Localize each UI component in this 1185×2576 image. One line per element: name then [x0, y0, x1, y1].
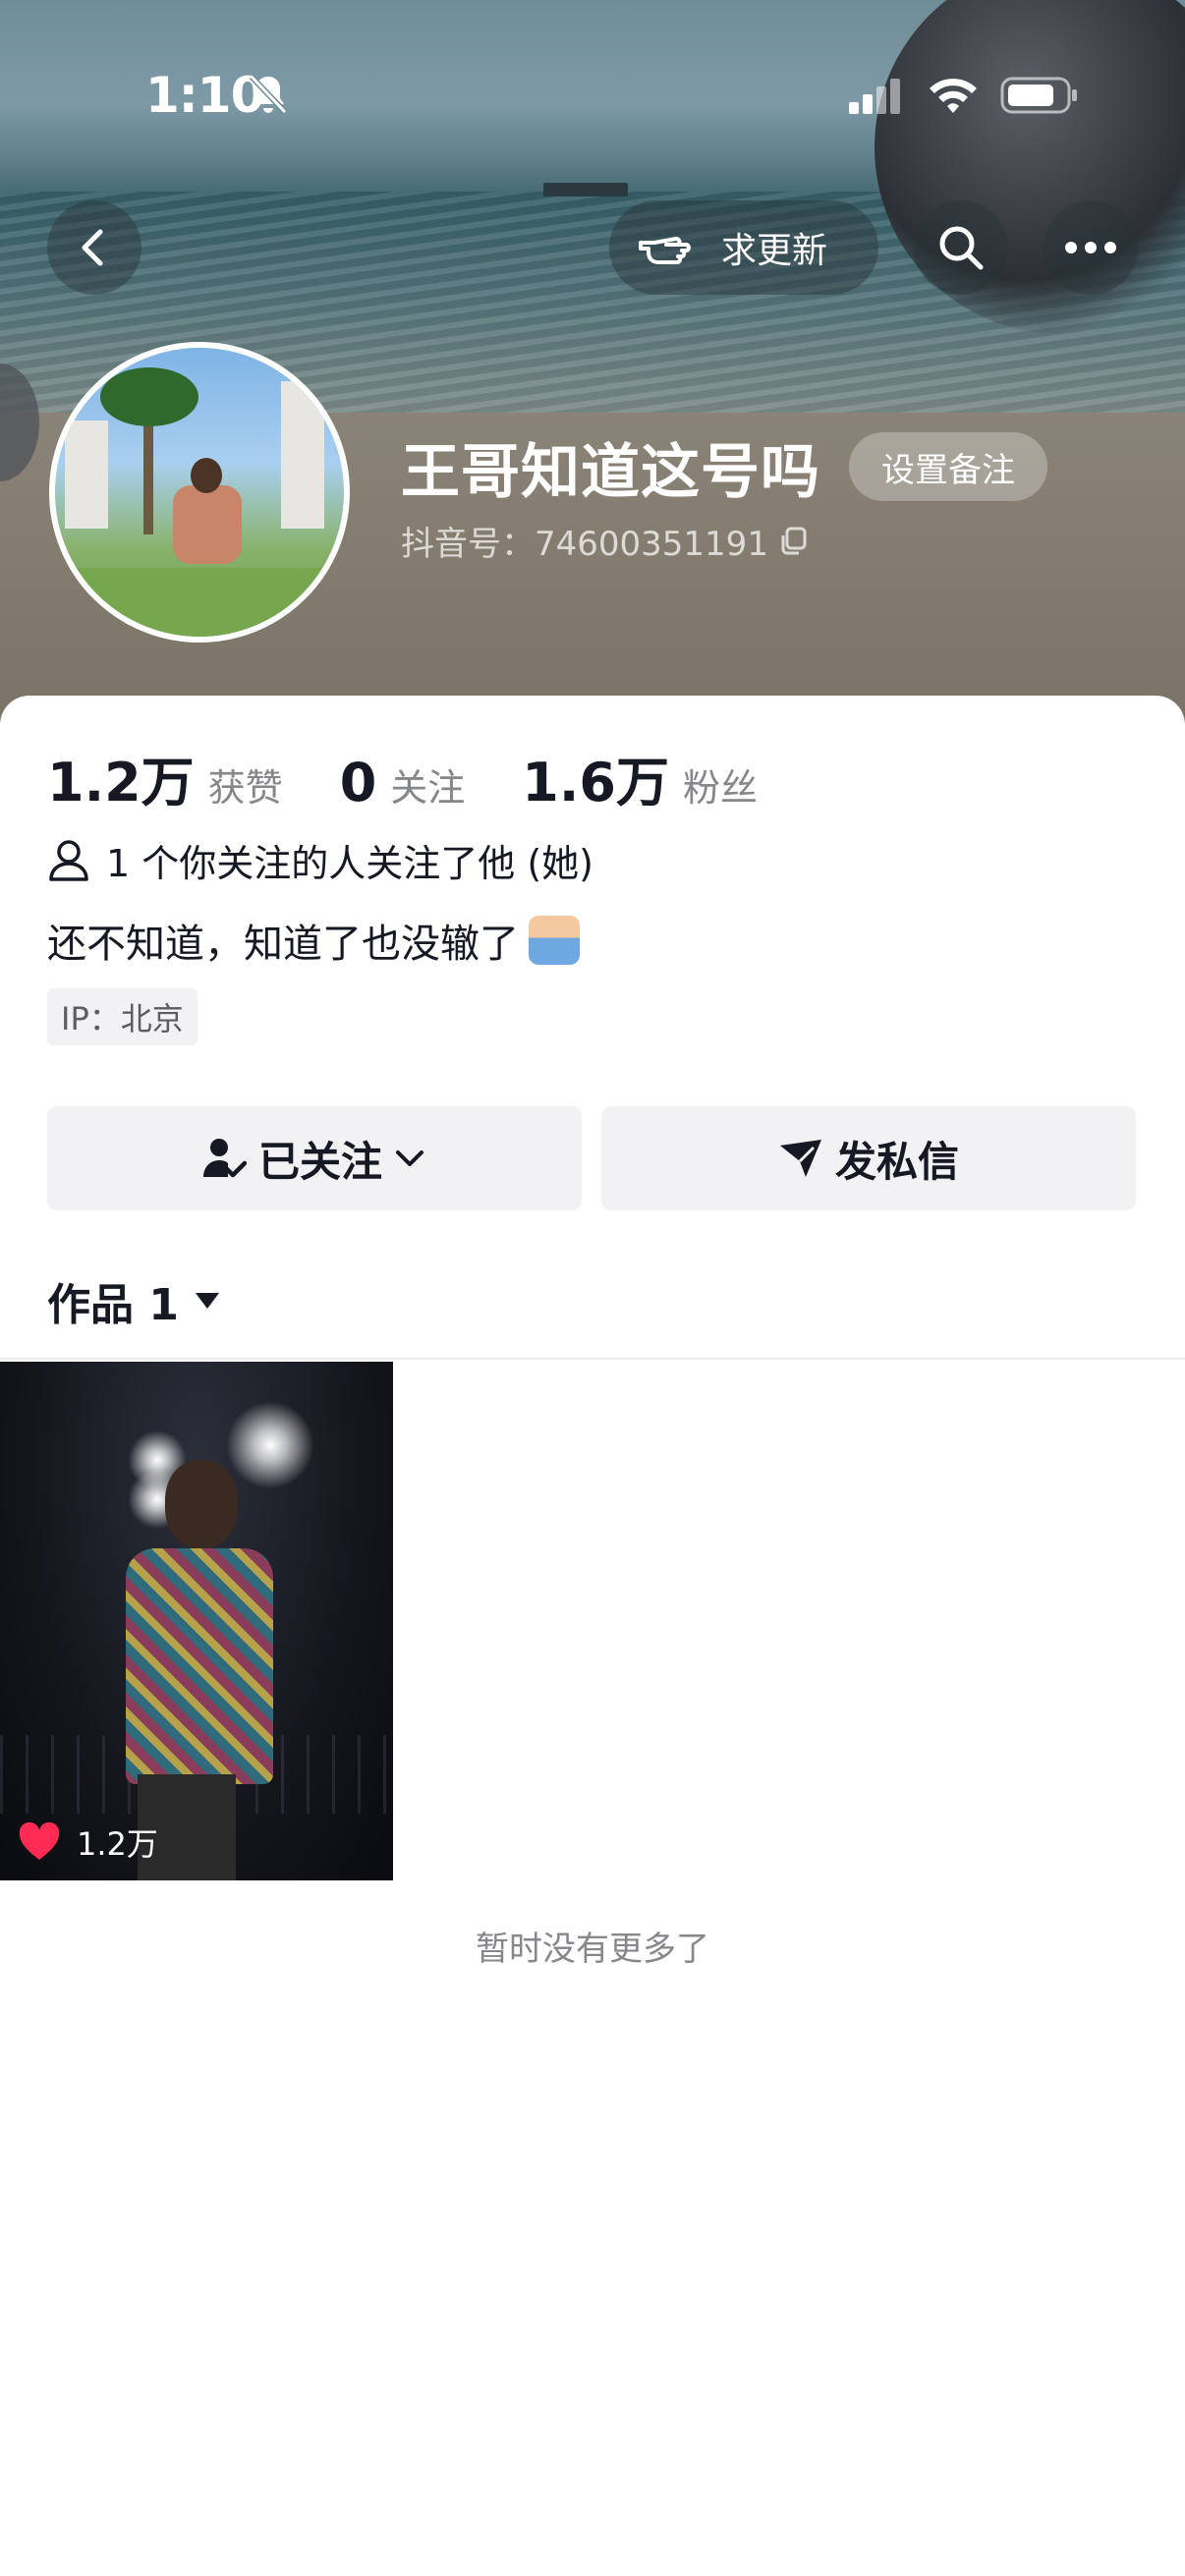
- avatar-palm-leaves: [100, 367, 198, 426]
- avatar[interactable]: [49, 342, 350, 643]
- mutual-follow-info[interactable]: 1 个你关注的人关注了他 (她): [47, 833, 593, 887]
- avatar-person-head: [191, 458, 222, 493]
- video-likes-count: 1.2万: [77, 1825, 158, 1863]
- avatar-building: [281, 381, 324, 529]
- singer-head: [165, 1460, 238, 1548]
- ip-location-tag: IP：北京: [47, 988, 198, 1045]
- following-count[interactable]: 0: [340, 752, 377, 813]
- singer-jacket: [126, 1548, 273, 1784]
- back-button[interactable]: [47, 200, 141, 295]
- followed-button[interactable]: 已关注: [47, 1106, 582, 1210]
- avatar-building: [65, 420, 108, 529]
- back-icon: [82, 229, 103, 266]
- avatar-person: [173, 485, 242, 564]
- bio: 还不知道，知道了也没辙了: [47, 912, 580, 969]
- battery-icon: [1000, 77, 1077, 114]
- stats-row: 1.2万 获赞 0 关注 1.6万 粉丝: [47, 739, 758, 816]
- tab-divider: [0, 1358, 1185, 1360]
- mutual-follow-text: 1 个你关注的人关注了他 (她): [106, 842, 593, 885]
- stage-light: [226, 1401, 314, 1489]
- more-button[interactable]: [1044, 200, 1138, 295]
- followed-label: 已关注: [257, 1137, 382, 1186]
- send-message-label: 发私信: [834, 1137, 959, 1186]
- bio-text: 还不知道，知道了也没辙了: [47, 922, 519, 967]
- chevron-down-icon: [396, 1150, 423, 1166]
- follow-check-icon: [202, 1139, 247, 1178]
- nickname: 王哥知道这号吗: [401, 438, 820, 507]
- followers-label[interactable]: 粉丝: [683, 757, 758, 812]
- signal-icon: [849, 79, 900, 114]
- works-tab-label: 作品 1: [47, 1280, 179, 1330]
- request-update-label: 求更新: [721, 231, 828, 271]
- request-update-button[interactable]: 求更新: [609, 200, 878, 295]
- works-tab[interactable]: 作品 1: [47, 1269, 220, 1332]
- avatar-grass: [55, 568, 344, 637]
- following-label[interactable]: 关注: [390, 757, 465, 812]
- no-more-text: 暂时没有更多了: [476, 1930, 709, 1969]
- heart-icon: [19, 1822, 60, 1860]
- person-icon: [49, 839, 88, 881]
- cover-ship: [543, 183, 628, 196]
- shrug-emoji-icon: [529, 916, 580, 965]
- douyin-id[interactable]: 抖音号：74600351191: [401, 517, 808, 565]
- copy-icon: [781, 527, 807, 554]
- pointing-hand-icon: [639, 237, 691, 264]
- send-message-button[interactable]: 发私信: [601, 1106, 1136, 1210]
- more-icon: [1065, 242, 1116, 253]
- caret-down-icon: [195, 1293, 219, 1309]
- search-button[interactable]: [914, 200, 1008, 295]
- video-likes: 1.2万: [18, 1820, 158, 1865]
- set-remark-button[interactable]: 设置备注: [849, 432, 1047, 501]
- followers-count[interactable]: 1.6万: [522, 739, 669, 816]
- wifi-icon: [930, 79, 977, 113]
- bell-off-icon: [249, 74, 288, 115]
- search-icon: [939, 226, 984, 270]
- video-thumbnail[interactable]: [0, 1362, 393, 1880]
- status-time: 1:10: [145, 67, 264, 124]
- likes-count: 1.2万: [47, 752, 195, 813]
- likes-label: 获赞: [207, 766, 283, 810]
- douyin-id-text: 抖音号：74600351191: [401, 525, 768, 564]
- send-icon: [779, 1140, 821, 1177]
